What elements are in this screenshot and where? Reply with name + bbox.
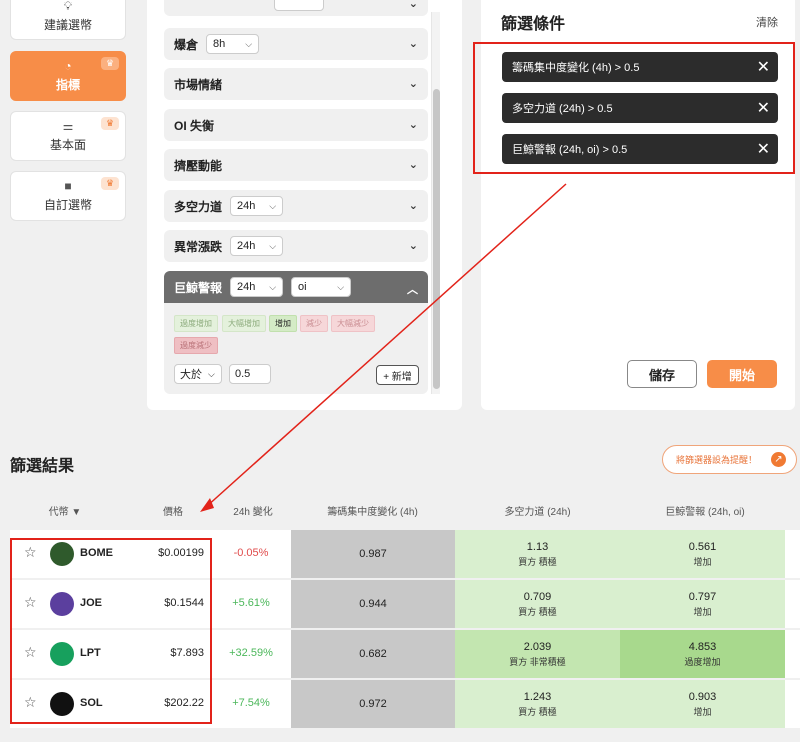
metric-select[interactable]: oi ⌵ bbox=[291, 277, 352, 297]
scrollbar[interactable] bbox=[431, 12, 440, 394]
whale-alert-cell: 0.561 增加 bbox=[620, 530, 785, 578]
chip-concentration-cell: 0.972 bbox=[291, 680, 455, 728]
nav-item-suggested[interactable]: 💡︎ 建議選幣 bbox=[10, 0, 126, 40]
nav-item-label: 指標 bbox=[55, 77, 80, 92]
column-header-token[interactable]: 代幣 ▼ bbox=[40, 503, 90, 518]
accordion-squeeze[interactable]: 擠壓動能 ⌄ bbox=[164, 149, 428, 181]
chevron-down-icon: ⌄ bbox=[408, 200, 418, 212]
caret-down-icon: ⌵ bbox=[208, 368, 215, 379]
chip-excessive-increase[interactable]: 過度增加 bbox=[174, 315, 218, 332]
column-header-24h-change[interactable]: 24h 變化 bbox=[218, 503, 288, 518]
nav-item-custom[interactable]: ♛ ■ 自訂選幣 bbox=[10, 171, 126, 221]
chip-concentration-cell: 0.682 bbox=[291, 630, 455, 678]
long-short-cell: 2.039 買方 非常積極 bbox=[455, 630, 620, 678]
accordion-hidden[interactable]: ⌄ bbox=[164, 0, 428, 16]
lightbulb-icon: 💡︎ bbox=[63, 0, 73, 13]
nav-item-label: 建議選幣 bbox=[43, 17, 92, 32]
accordion-oi-imbalance[interactable]: OI 失衡 ⌄ bbox=[164, 109, 428, 141]
indicator-icon: ◔ bbox=[64, 58, 72, 73]
token-change: +32.59% bbox=[229, 647, 273, 659]
indicator-panel: ⌄ 爆倉 8h ⌵ ⌄ 市場情緒 ⌄ OI 失衡 ⌄ 擠壓動能 ⌄ 多空力道 24… bbox=[147, 0, 462, 410]
crown-icon: ♛ bbox=[101, 117, 119, 130]
whale-alert-cell: 4.853 過度增加 bbox=[620, 630, 785, 678]
threshold-input[interactable]: 0.5 bbox=[229, 364, 271, 384]
whale-alert-cell: 0.903 增加 bbox=[620, 680, 785, 728]
crown-icon: ♛ bbox=[101, 57, 119, 70]
token-change: +5.61% bbox=[232, 597, 270, 609]
section-label: 巨鯨警報 bbox=[174, 280, 223, 295]
nav-item-fundamentals[interactable]: ♛ ⚌ 基本面 bbox=[10, 111, 126, 161]
nav-item-label: 自訂選幣 bbox=[43, 197, 92, 212]
chevron-up-icon: ︿ bbox=[407, 284, 418, 296]
annotation-box-filters bbox=[473, 42, 795, 174]
filter-title: 篩選條件 bbox=[501, 16, 566, 33]
column-header-chip-concentration[interactable]: 籌碼集中度變化 (4h) bbox=[300, 503, 445, 518]
chip-increase[interactable]: 增加 bbox=[269, 315, 297, 332]
clear-button[interactable]: 清除 bbox=[756, 14, 778, 30]
section-label: 市場情緒 bbox=[174, 77, 223, 92]
sliders-icon: ⚌ bbox=[62, 118, 74, 133]
crown-icon: ♛ bbox=[101, 177, 119, 190]
annotation-box-results bbox=[10, 538, 212, 724]
caret-down-icon: ⌵ bbox=[269, 281, 277, 292]
set-alert-button[interactable]: 將篩選器設為提醒！ ↗ bbox=[662, 445, 797, 474]
chevron-down-icon: ⌄ bbox=[408, 0, 418, 10]
section-label: 異常漲跌 bbox=[174, 239, 223, 254]
chip-decrease[interactable]: 減少 bbox=[300, 315, 328, 332]
section-label: 擠壓動能 bbox=[174, 158, 223, 173]
compare-select[interactable]: 大於 ⌵ bbox=[174, 364, 222, 384]
briefcase-icon: ■ bbox=[64, 178, 72, 193]
chip-large-decrease[interactable]: 大幅減少 bbox=[331, 315, 375, 332]
section-label: 爆倉 bbox=[174, 37, 199, 52]
accordion-sentiment[interactable]: 市場情緒 ⌄ bbox=[164, 68, 428, 100]
arrow-up-right-icon: ↗ bbox=[771, 452, 786, 467]
chevron-down-icon: ⌄ bbox=[408, 78, 418, 90]
chevron-down-icon: ⌄ bbox=[408, 159, 418, 171]
chevron-down-icon: ⌄ bbox=[408, 38, 418, 50]
accordion-abnormal-move[interactable]: 異常漲跌 24h ⌵ ⌄ bbox=[164, 230, 428, 262]
timeframe-select[interactable]: 24h ⌵ bbox=[230, 277, 284, 297]
accordion-whale-alert[interactable]: 巨鯨警報 24h ⌵ oi ⌵ ︿ bbox=[164, 271, 428, 303]
accordion-liquidation[interactable]: 爆倉 8h ⌵ ⌄ bbox=[164, 28, 428, 60]
column-header-long-short[interactable]: 多空力道 (24h) bbox=[455, 503, 620, 518]
chip-large-increase[interactable]: 大幅增加 bbox=[222, 315, 266, 332]
set-alert-label: 將篩選器設為提醒！ bbox=[676, 455, 758, 465]
token-change: -0.05% bbox=[233, 547, 269, 559]
chevron-down-icon: ⌄ bbox=[408, 240, 418, 252]
results-title: 篩選結果 bbox=[10, 458, 75, 475]
chip-concentration-cell: 0.987 bbox=[291, 530, 455, 578]
column-header-whale-alert[interactable]: 巨鯨警報 (24h, oi) bbox=[620, 503, 790, 518]
long-short-cell: 1.13 買方 積極 bbox=[455, 530, 620, 578]
add-filter-button[interactable]: + 新增 bbox=[376, 365, 419, 385]
section-label: OI 失衡 bbox=[174, 118, 215, 133]
whale-alert-cell: 0.797 增加 bbox=[620, 580, 785, 628]
chevron-down-icon: ⌄ bbox=[408, 119, 418, 131]
nav-item-label: 基本面 bbox=[49, 137, 86, 152]
token-change: +7.54% bbox=[232, 697, 270, 709]
section-select[interactable] bbox=[274, 0, 324, 11]
caret-down-icon: ⌵ bbox=[245, 38, 253, 49]
nav-item-indicators[interactable]: ♛ ◔ 指標 bbox=[10, 51, 126, 101]
column-header-price[interactable]: 價格 bbox=[148, 503, 198, 518]
timeframe-select[interactable]: 8h ⌵ bbox=[206, 34, 260, 54]
whale-alert-body: 過度增加 大幅增加 增加 減少 大幅減少 過度減少 大於 ⌵ 0.5 + 新增 bbox=[164, 303, 428, 394]
timeframe-select[interactable]: 24h ⌵ bbox=[230, 196, 284, 216]
long-short-cell: 1.243 買方 積極 bbox=[455, 680, 620, 728]
scrollbar-thumb[interactable] bbox=[433, 89, 440, 389]
chip-excessive-decrease[interactable]: 過度減少 bbox=[174, 337, 218, 354]
caret-down-icon: ⌵ bbox=[337, 281, 345, 292]
caret-down-icon: ⌵ bbox=[269, 200, 277, 211]
accordion-long-short[interactable]: 多空力道 24h ⌵ ⌄ bbox=[164, 190, 428, 222]
timeframe-select[interactable]: 24h ⌵ bbox=[230, 236, 284, 256]
section-label: 多空力道 bbox=[174, 199, 223, 214]
caret-down-icon: ⌵ bbox=[269, 240, 277, 251]
save-button[interactable]: 儲存 bbox=[627, 360, 697, 388]
start-button[interactable]: 開始 bbox=[707, 360, 777, 388]
chip-concentration-cell: 0.944 bbox=[291, 580, 455, 628]
long-short-cell: 0.709 買方 積極 bbox=[455, 580, 620, 628]
